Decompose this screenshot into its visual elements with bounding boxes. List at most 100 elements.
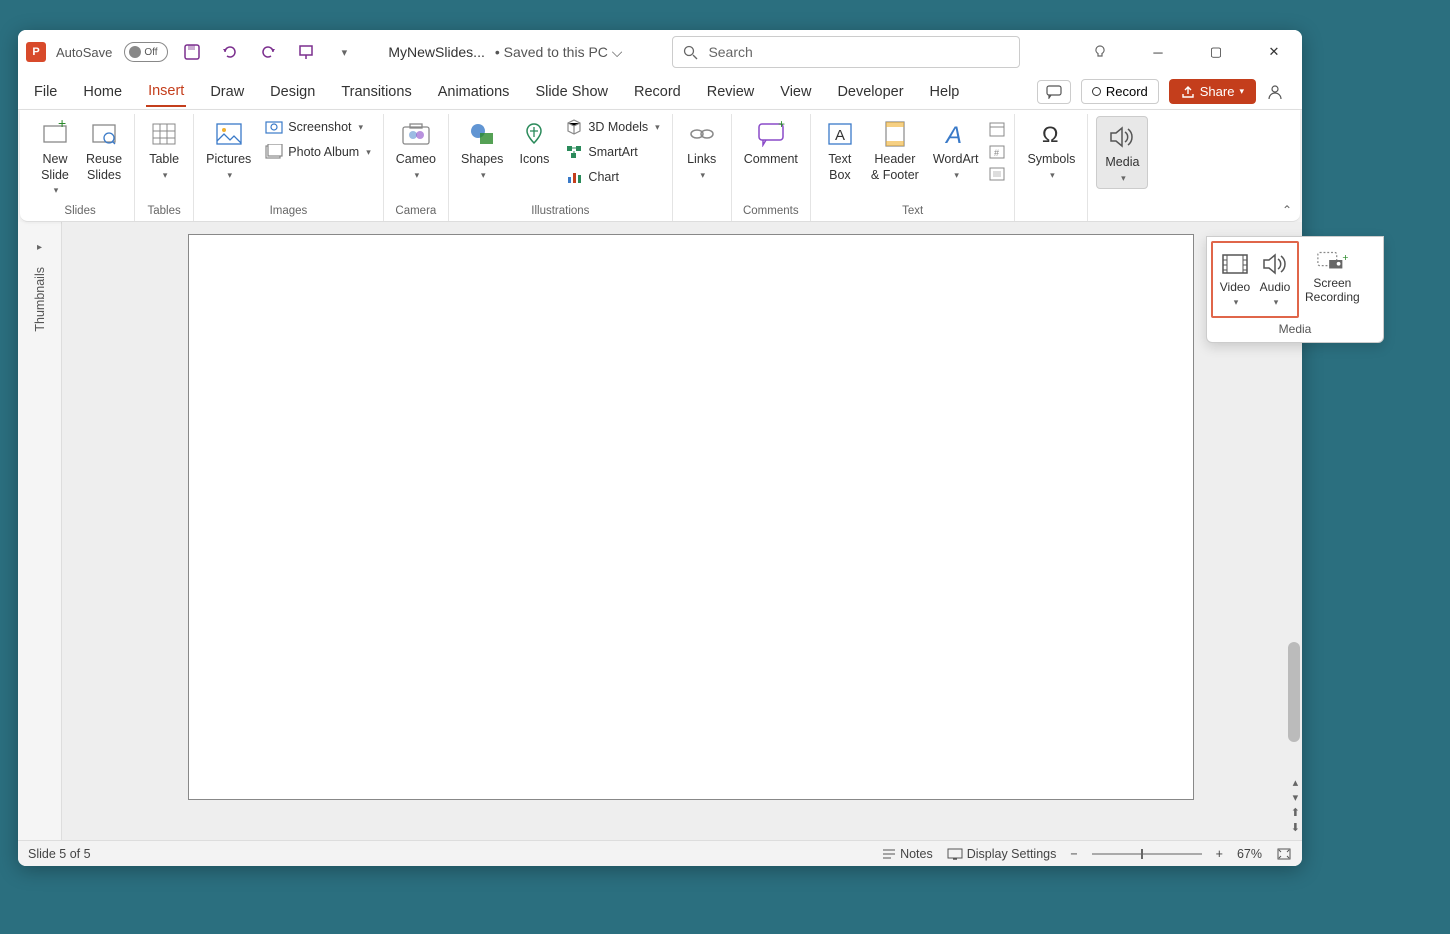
tab-help[interactable]: Help bbox=[928, 78, 962, 106]
zoom-slider[interactable] bbox=[1092, 853, 1202, 855]
tab-design[interactable]: Design bbox=[268, 78, 317, 106]
header-footer-icon bbox=[879, 118, 911, 150]
tab-draw[interactable]: Draw bbox=[208, 78, 246, 106]
reuse-slides-button[interactable]: Reuse Slides bbox=[82, 116, 126, 185]
group-illustrations: Shapes Icons 3D Models SmartArt bbox=[449, 114, 673, 221]
redo-icon[interactable] bbox=[254, 38, 282, 66]
zoom-level[interactable]: 67% bbox=[1237, 847, 1262, 861]
undo-icon[interactable] bbox=[216, 38, 244, 66]
qat-dropdown-icon[interactable]: ▾ bbox=[330, 38, 358, 66]
photo-album-button[interactable]: Photo Album bbox=[261, 141, 374, 163]
new-slide-button[interactable]: + New Slide bbox=[34, 116, 76, 199]
tab-record[interactable]: Record bbox=[632, 78, 683, 106]
zoom-in-button[interactable]: + bbox=[1216, 847, 1223, 861]
tab-developer[interactable]: Developer bbox=[835, 78, 905, 106]
group-comments-label: Comments bbox=[743, 203, 799, 221]
cameo-button[interactable]: Cameo bbox=[392, 116, 440, 183]
video-button[interactable]: Video bbox=[1215, 245, 1255, 314]
record-dot-icon bbox=[1092, 87, 1101, 96]
collapse-ribbon-icon[interactable]: ⌃ bbox=[1282, 203, 1292, 217]
object-button[interactable] bbox=[988, 166, 1006, 182]
comment-button[interactable]: + Comment bbox=[740, 116, 802, 170]
workspace: ▸ Thumbnails ▴▾⬆⬇ bbox=[18, 222, 1302, 840]
tab-transitions[interactable]: Transitions bbox=[339, 78, 413, 106]
slide-canvas[interactable] bbox=[188, 234, 1194, 800]
autosave-label: AutoSave bbox=[56, 45, 112, 60]
text-box-icon: A bbox=[824, 118, 856, 150]
save-icon[interactable] bbox=[178, 38, 206, 66]
text-box-button[interactable]: A Text Box bbox=[819, 116, 861, 185]
toggle-knob bbox=[129, 46, 141, 58]
fit-to-window-button[interactable] bbox=[1276, 847, 1292, 861]
pictures-button[interactable]: Pictures bbox=[202, 116, 255, 183]
tab-slideshow[interactable]: Slide Show bbox=[533, 78, 610, 106]
group-text: A Text Box Header & Footer A WordArt # T… bbox=[811, 114, 1016, 221]
account-icon[interactable] bbox=[1266, 83, 1288, 101]
comment-icon: + bbox=[755, 118, 787, 150]
photo-album-icon bbox=[265, 143, 283, 161]
chevron-right-icon[interactable]: ▸ bbox=[37, 242, 42, 253]
vertical-scrollbar[interactable] bbox=[1288, 642, 1300, 742]
notes-button[interactable]: Notes bbox=[882, 847, 933, 861]
present-icon[interactable] bbox=[292, 38, 320, 66]
tab-review[interactable]: Review bbox=[705, 78, 757, 106]
screenshot-button[interactable]: Screenshot bbox=[261, 116, 374, 138]
icons-button[interactable]: Icons bbox=[513, 116, 555, 170]
comments-toggle[interactable] bbox=[1037, 80, 1071, 104]
help-lightbulb-icon[interactable] bbox=[1080, 37, 1120, 67]
record-button[interactable]: Record bbox=[1081, 79, 1159, 104]
chart-button[interactable]: Chart bbox=[561, 166, 663, 188]
slide-nav-arrows[interactable]: ▴▾⬆⬇ bbox=[1291, 776, 1300, 834]
wordart-button[interactable]: A WordArt bbox=[929, 116, 983, 183]
maximize-button[interactable]: ▢ bbox=[1196, 37, 1236, 67]
table-button[interactable]: Table bbox=[143, 116, 185, 183]
group-images-label: Images bbox=[270, 203, 308, 221]
link-icon bbox=[686, 118, 718, 150]
display-icon bbox=[947, 848, 963, 860]
slide-number-button[interactable]: # bbox=[988, 144, 1006, 160]
links-button[interactable]: Links bbox=[681, 116, 723, 183]
3d-models-button[interactable]: 3D Models bbox=[561, 116, 663, 138]
display-settings-button[interactable]: Display Settings bbox=[947, 847, 1057, 861]
close-button[interactable]: ✕ bbox=[1254, 37, 1294, 67]
header-footer-button[interactable]: Header & Footer bbox=[867, 116, 923, 185]
tab-view[interactable]: View bbox=[778, 78, 813, 106]
record-label: Record bbox=[1106, 84, 1148, 99]
tab-insert[interactable]: Insert bbox=[146, 77, 186, 107]
tab-animations[interactable]: Animations bbox=[436, 78, 512, 106]
screen-recording-button[interactable]: + Screen Recording bbox=[1301, 241, 1364, 318]
screen-recording-icon: + bbox=[1316, 247, 1348, 273]
tab-home[interactable]: Home bbox=[81, 78, 124, 106]
chart-icon bbox=[565, 168, 583, 186]
group-camera-label: Camera bbox=[395, 203, 436, 221]
slide-canvas-area: ▴▾⬆⬇ bbox=[62, 222, 1302, 840]
smartart-button[interactable]: SmartArt bbox=[561, 141, 663, 163]
date-time-button[interactable] bbox=[988, 120, 1006, 138]
omega-icon: Ω bbox=[1035, 118, 1067, 150]
autosave-toggle[interactable]: Off bbox=[124, 42, 168, 62]
slide-counter[interactable]: Slide 5 of 5 bbox=[28, 847, 91, 861]
group-camera: Cameo Camera bbox=[384, 114, 449, 221]
minimize-button[interactable]: ─ bbox=[1138, 37, 1178, 67]
search-input[interactable]: Search bbox=[672, 36, 1020, 68]
group-tables: Table Tables bbox=[135, 114, 194, 221]
share-label: Share bbox=[1200, 84, 1235, 99]
svg-text:+: + bbox=[58, 120, 66, 131]
media-dropdown-panel: Video Audio + Screen Recording Media bbox=[1206, 236, 1384, 343]
group-text-label: Text bbox=[902, 203, 923, 221]
share-button[interactable]: Share ▾ bbox=[1169, 79, 1256, 104]
symbols-button[interactable]: Ω Symbols bbox=[1023, 116, 1079, 183]
media-button[interactable]: Media bbox=[1096, 116, 1148, 189]
share-icon bbox=[1181, 85, 1195, 99]
saved-status[interactable]: • Saved to this PC ⌵ bbox=[495, 44, 623, 61]
shapes-button[interactable]: Shapes bbox=[457, 116, 507, 183]
powerpoint-icon: P bbox=[26, 42, 46, 62]
pictures-icon bbox=[213, 118, 245, 150]
document-title[interactable]: MyNewSlides... bbox=[388, 44, 484, 60]
wordart-icon: A bbox=[940, 118, 972, 150]
audio-button[interactable]: Audio bbox=[1255, 245, 1295, 314]
thumbnail-pane[interactable]: ▸ Thumbnails bbox=[18, 222, 62, 840]
tab-file[interactable]: File bbox=[32, 78, 59, 106]
group-comments: + Comment Comments bbox=[732, 114, 811, 221]
zoom-out-button[interactable]: − bbox=[1070, 847, 1077, 861]
